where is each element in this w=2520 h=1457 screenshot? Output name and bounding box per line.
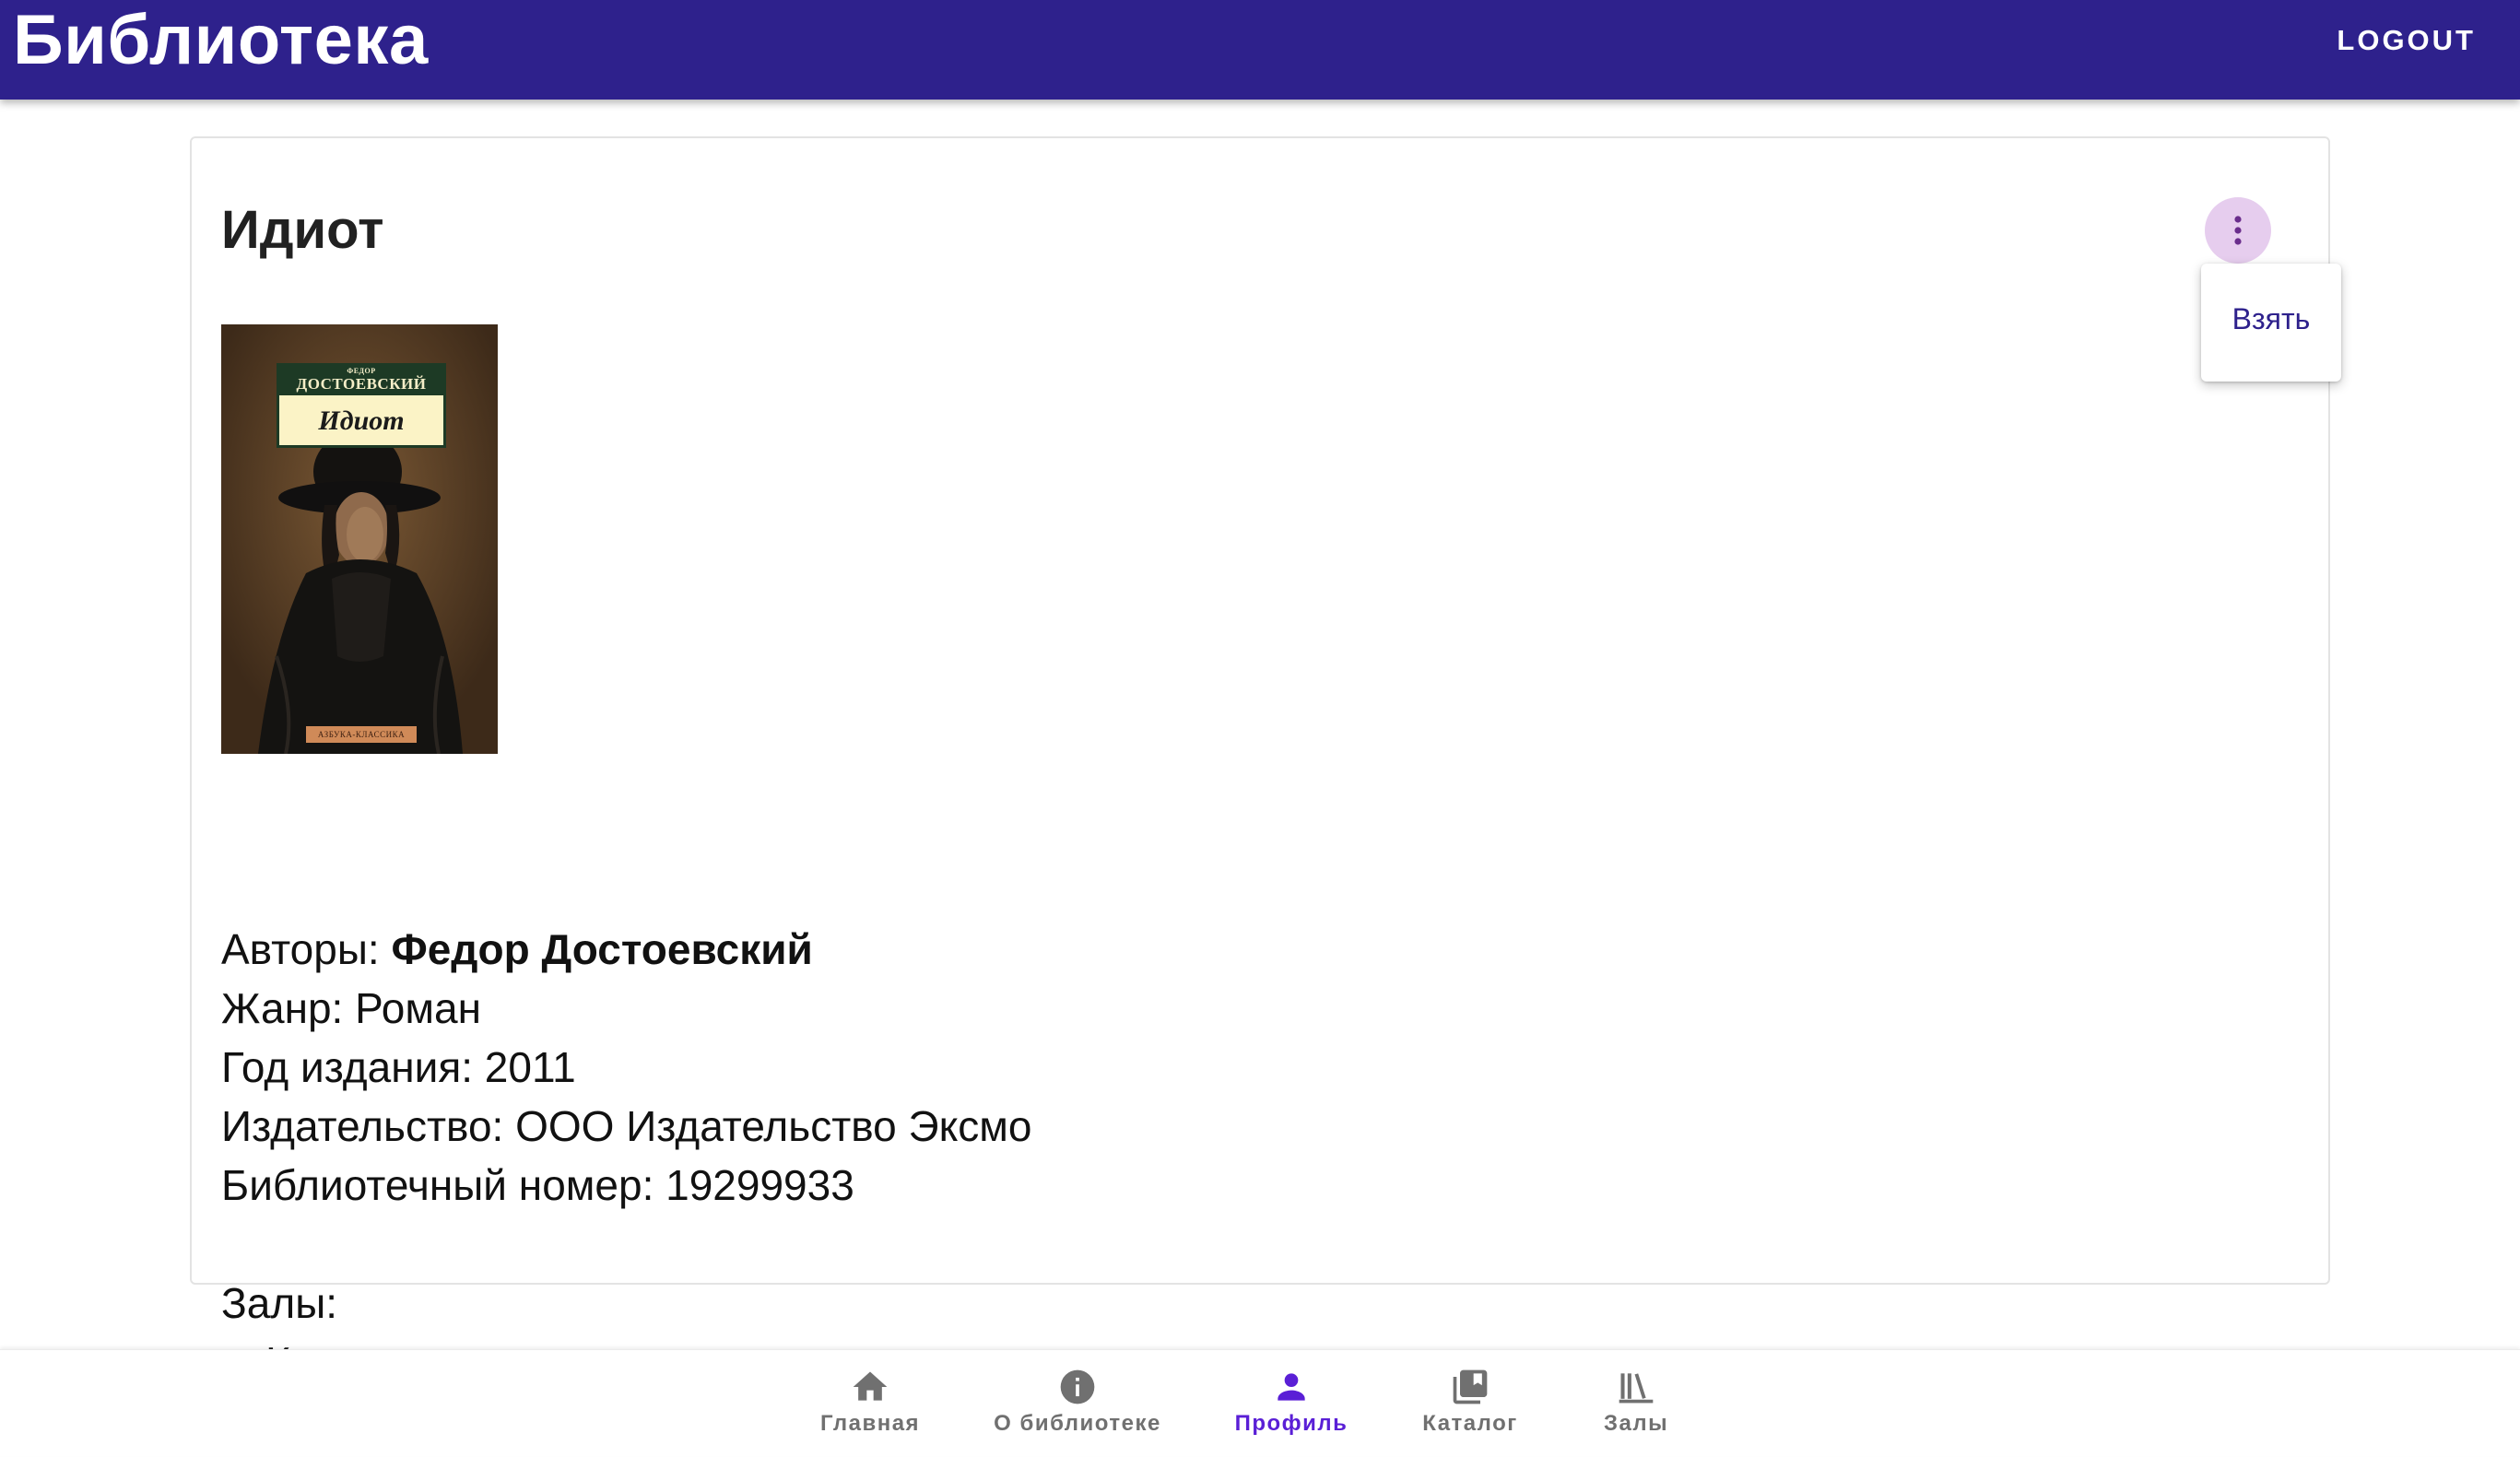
cover-author-first-name: ФЕДОР	[347, 367, 376, 375]
cover-author: ФЕДОР ДОСТОЕВСКИЙ	[279, 366, 443, 395]
book-card: Идиот ФЕДОР ДОСТОЕВСКИЙ Идиот АЗБУКА-КЛА…	[190, 136, 2330, 1386]
bottom-navigation: Главная О библиотеке Профиль Каталог Зал…	[0, 1349, 2520, 1456]
nav-label-about: О библиотеке	[994, 1411, 1161, 1436]
cover-title: Идиот	[318, 405, 405, 436]
nav-label-halls: Залы	[1603, 1411, 1669, 1436]
nav-label-profile: Профиль	[1234, 1411, 1348, 1436]
info-icon	[1060, 1369, 1095, 1404]
nav-item-halls[interactable]: Залы	[1585, 1350, 1687, 1457]
logout-button[interactable]: LOGOUT	[2337, 17, 2476, 65]
more-vert-icon	[2234, 216, 2242, 245]
more-options-button[interactable]	[2205, 197, 2271, 264]
genre-line: Жанр: Роман	[221, 984, 481, 1032]
book-title: Идиот	[221, 200, 384, 260]
book-icon	[1453, 1369, 1488, 1404]
app-bar: Библиотека LOGOUT	[0, 0, 2520, 100]
authors-label: Авторы:	[221, 925, 392, 973]
book-actions-menu: Взять	[2201, 264, 2341, 382]
book-details: Авторы: Федор Достоевский Жанр: Роман Го…	[221, 920, 1880, 1215]
cover-title-plate: ФЕДОР ДОСТОЕВСКИЙ Идиот	[277, 363, 446, 448]
library-icon	[1619, 1373, 1654, 1404]
nav-item-catalog[interactable]: Каталог	[1410, 1350, 1530, 1457]
person-icon	[1278, 1373, 1305, 1401]
home-icon	[853, 1371, 888, 1401]
cover-series: АЗБУКА-КЛАССИКА	[306, 726, 417, 743]
publisher-line: Издательство: ООО Издательство Эксмо	[221, 1102, 1032, 1150]
year-line: Год издания: 2011	[221, 1043, 576, 1091]
authors-value: Федор Достоевский	[391, 925, 813, 973]
cover-author-last-name: ДОСТОЕВСКИЙ	[296, 375, 427, 393]
nav-label-catalog: Каталог	[1422, 1411, 1518, 1436]
nav-item-home[interactable]: Главная	[806, 1350, 935, 1457]
library-number-line: Библиотечный номер: 19299933	[221, 1161, 854, 1209]
nav-label-home: Главная	[819, 1411, 921, 1436]
app-title: Библиотека	[13, 1, 429, 79]
book-cover: ФЕДОР ДОСТОЕВСКИЙ Идиот АЗБУКА-КЛАССИКА	[221, 324, 498, 754]
halls-label: Залы:	[221, 1279, 338, 1327]
menu-item-take[interactable]: Взять	[2201, 286, 2341, 352]
nav-item-profile[interactable]: Профиль	[1226, 1350, 1357, 1457]
authors-line: Авторы: Федор Достоевский	[221, 920, 1880, 979]
nav-item-about[interactable]: О библиотеке	[990, 1350, 1165, 1457]
